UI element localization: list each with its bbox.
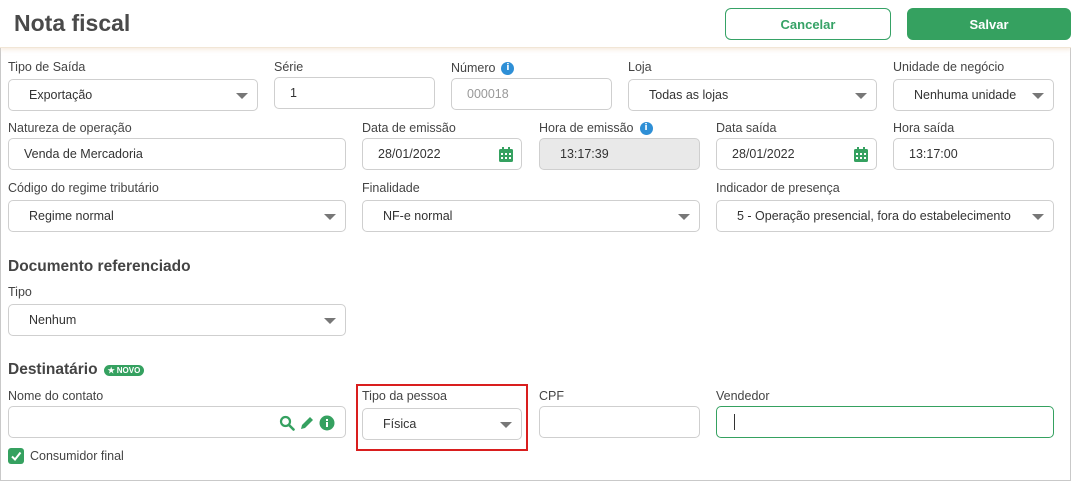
finalidade-select[interactable]: NF-e normal <box>362 200 700 232</box>
pencil-icon[interactable] <box>299 415 315 431</box>
data-emissao-value: 28/01/2022 <box>378 147 441 161</box>
chevron-down-icon <box>1032 93 1044 99</box>
chevron-down-icon <box>236 93 248 99</box>
regime-select[interactable]: Regime normal <box>8 200 346 232</box>
data-saida-label: Data saída <box>716 121 777 135</box>
data-saida-input[interactable]: 28/01/2022 <box>716 138 877 170</box>
numero-label: Número i <box>451 61 515 75</box>
page-header: Nota fiscal Cancelar Salvar <box>0 0 1071 48</box>
natureza-input[interactable]: Venda de Mercadoria <box>8 138 346 170</box>
nome-contato-label: Nome do contato <box>8 389 104 403</box>
consumidor-final-checkbox[interactable] <box>8 448 24 464</box>
chevron-down-icon <box>324 318 336 324</box>
chevron-down-icon <box>678 214 690 220</box>
serie-label: Série <box>274 60 304 74</box>
doc-ref-tipo-select[interactable]: Nenhum <box>8 304 346 336</box>
finalidade-value: NF-e normal <box>383 209 453 223</box>
chevron-down-icon <box>324 214 336 220</box>
data-saida-value: 28/01/2022 <box>732 147 795 161</box>
cpf-input[interactable] <box>539 406 700 438</box>
hora-emissao-label-text: Hora de emissão <box>539 121 634 135</box>
cancel-button[interactable]: Cancelar <box>725 8 891 40</box>
check-icon <box>11 451 22 462</box>
page-title: Nota fiscal <box>14 10 131 36</box>
calendar-icon[interactable] <box>499 147 513 162</box>
regime-label: Código do regime tributário <box>8 181 159 195</box>
tipo-saida-label: Tipo de Saída <box>8 60 86 74</box>
consumidor-final-label: Consumidor final <box>30 449 124 463</box>
doc-ref-title: Documento referenciado <box>8 258 191 275</box>
contact-actions <box>279 415 335 431</box>
vendedor-label: Vendedor <box>716 389 770 403</box>
hora-saida-value: 13:17:00 <box>909 147 958 161</box>
finalidade-label: Finalidade <box>362 181 420 195</box>
hora-emissao-input: 13:17:39 <box>539 138 700 170</box>
info-icon[interactable]: i <box>501 61 515 75</box>
hora-saida-input[interactable]: 13:17:00 <box>893 138 1054 170</box>
loja-label: Loja <box>628 60 652 74</box>
chevron-down-icon <box>1032 214 1044 220</box>
highlight-box <box>356 384 528 451</box>
tipo-saida-select[interactable]: Exportação <box>8 79 258 111</box>
text-cursor <box>734 414 735 430</box>
loja-value: Todas as lojas <box>649 88 729 102</box>
calendar-icon[interactable] <box>854 147 868 162</box>
info-circle-icon[interactable] <box>319 415 335 431</box>
info-icon[interactable]: i <box>639 121 653 135</box>
regime-value: Regime normal <box>29 209 114 223</box>
natureza-value: Venda de Mercadoria <box>24 147 143 161</box>
numero-label-text: Número <box>451 61 496 75</box>
numero-input[interactable]: 000018 <box>451 78 612 110</box>
tipo-saida-value: Exportação <box>29 88 93 102</box>
data-emissao-input[interactable]: 28/01/2022 <box>362 138 522 170</box>
data-emissao-label: Data de emissão <box>362 121 456 135</box>
loja-select[interactable]: Todas as lojas <box>628 79 877 111</box>
hora-saida-label: Hora saída <box>893 121 955 135</box>
new-badge-text: NOVO <box>116 365 141 375</box>
destinatario-title: Destinatário <box>8 361 98 378</box>
star-icon: ★ <box>107 365 115 375</box>
serie-value: 1 <box>290 86 297 100</box>
hora-emissao-value: 13:17:39 <box>560 147 609 161</box>
chevron-down-icon <box>855 93 867 99</box>
doc-ref-tipo-label: Tipo <box>8 285 32 299</box>
unidade-label: Unidade de negócio <box>893 60 1005 74</box>
save-button[interactable]: Salvar <box>907 8 1071 40</box>
numero-placeholder: 000018 <box>467 87 509 101</box>
presenca-label: Indicador de presença <box>716 181 840 195</box>
new-badge: ★ NOVO <box>103 364 145 376</box>
cpf-label: CPF <box>539 389 564 403</box>
hora-emissao-label: Hora de emissão i <box>539 121 653 135</box>
presenca-select[interactable]: 5 - Operação presencial, fora do estabel… <box>716 200 1054 232</box>
presenca-value: 5 - Operação presencial, fora do estabel… <box>737 209 1011 223</box>
destinatario-section: Destinatário ★ NOVO <box>8 361 145 379</box>
serie-input[interactable]: 1 <box>274 77 435 109</box>
natureza-label: Natureza de operação <box>8 121 132 135</box>
nome-contato-input[interactable] <box>8 406 346 438</box>
unidade-select[interactable]: Nenhuma unidade <box>893 79 1054 111</box>
doc-ref-tipo-value: Nenhum <box>29 313 77 327</box>
vendedor-input[interactable] <box>716 406 1054 438</box>
search-icon[interactable] <box>279 415 295 431</box>
unidade-value: Nenhuma unidade <box>914 88 1017 102</box>
